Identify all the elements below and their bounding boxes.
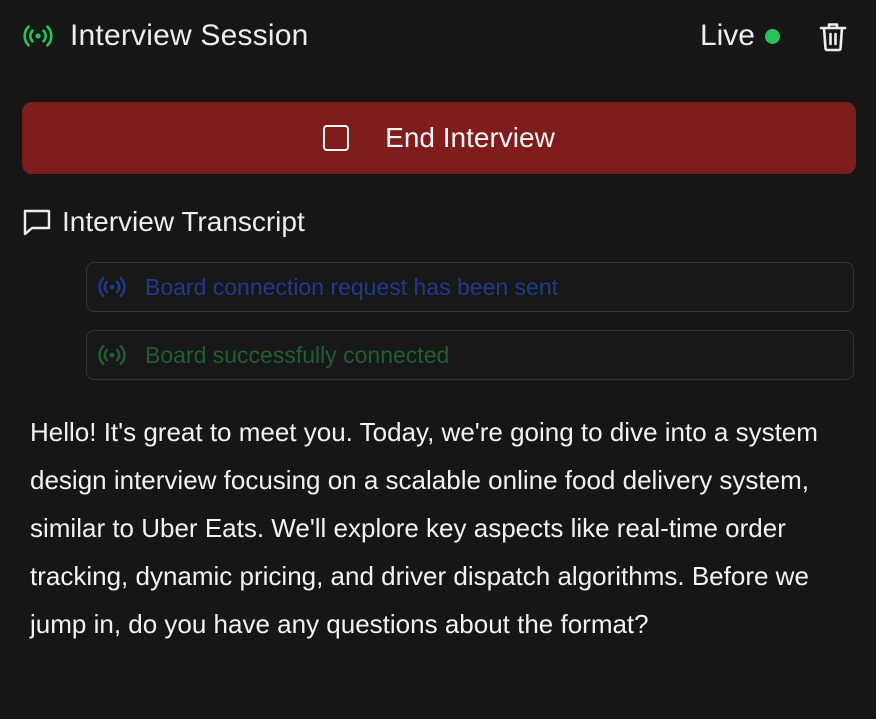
trash-icon[interactable]: [818, 20, 848, 52]
live-status: Live: [700, 19, 818, 53]
transcript-heading-label: Interview Transcript: [62, 206, 305, 237]
event-board-connected: Board successfully connected: [86, 330, 854, 380]
event-board-request: Board connection request has been sent: [86, 262, 854, 312]
session-header: Interview Session Live: [22, 14, 848, 58]
transcript-heading: Interview Transcript: [22, 206, 305, 238]
event-text: Board connection request has been sent: [145, 273, 559, 300]
live-indicator-dot: [765, 28, 780, 44]
signal-broadcast-icon: [98, 276, 126, 298]
signal-broadcast-icon: [98, 344, 126, 366]
end-interview-label: End Interview: [385, 122, 555, 153]
live-status-label: Live: [699, 19, 755, 52]
event-text: Board successfully connected: [145, 341, 450, 368]
page-title: Interview Session: [70, 19, 309, 52]
end-interview-button[interactable]: End Interview: [22, 102, 856, 174]
interviewer-message: Hello! It's great to meet you. Today, we…: [30, 417, 818, 639]
signal-broadcast-icon: [23, 25, 53, 47]
stop-square-icon: [323, 125, 350, 151]
chat-bubble-icon: [23, 209, 51, 236]
